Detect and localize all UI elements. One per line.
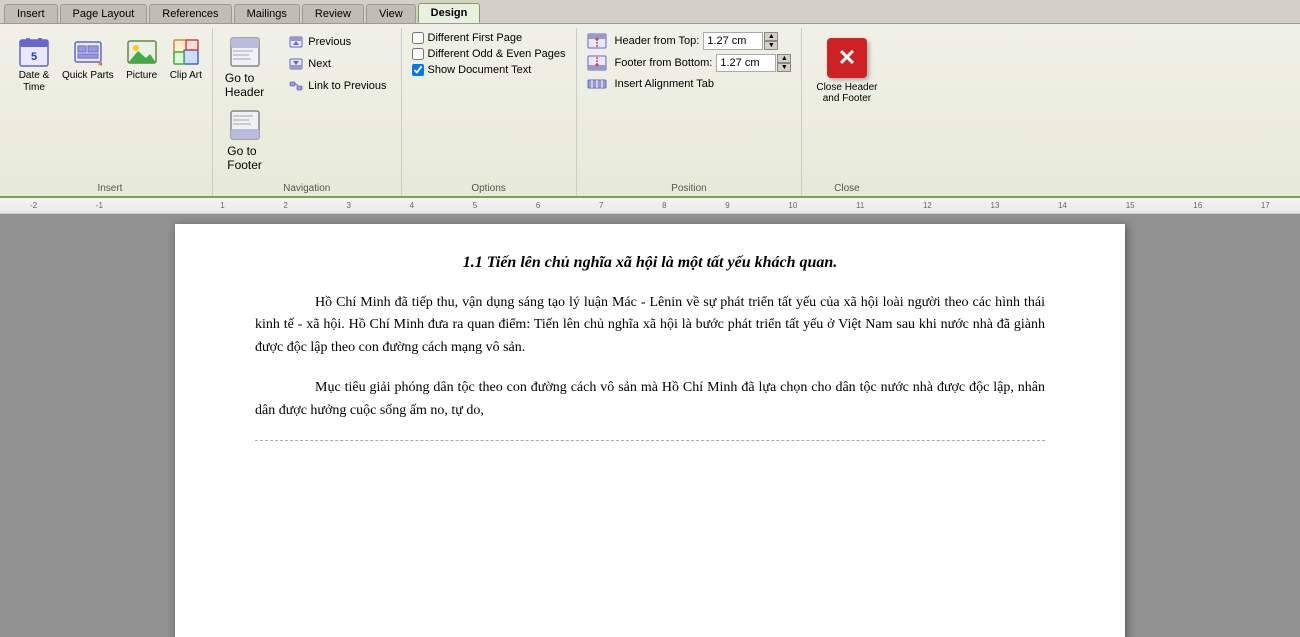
- insert-group-content: 5 Date &Time: [12, 28, 208, 180]
- close-header-footer-button[interactable]: ✕ Close Headerand Footer: [806, 32, 887, 110]
- link-to-previous-label: Link to Previous: [308, 80, 386, 92]
- close-group-label: Close: [806, 180, 887, 196]
- tab-design[interactable]: Design: [418, 3, 481, 23]
- footer-from-bottom-label: Footer from Bottom:: [615, 57, 713, 69]
- header-from-top-row: Header from Top: ▲ ▼: [587, 32, 792, 50]
- position-controls: Header from Top: ▲ ▼: [581, 32, 798, 92]
- ribbon-group-navigation: Go toHeader Go toFooter: [213, 28, 402, 196]
- tab-mailings[interactable]: Mailings: [234, 4, 300, 23]
- clip-art-label: Clip Art: [170, 70, 202, 82]
- footer-area: Footer -Section 2-: [255, 440, 1045, 446]
- quick-parts-icon: [72, 36, 104, 68]
- footer-from-bottom-field[interactable]: [716, 54, 776, 72]
- previous-icon: [288, 34, 304, 50]
- options-group-label: Options: [406, 180, 572, 196]
- document-area: 1.1 Tiến lên chủ nghĩa xã hội là một tất…: [0, 214, 1300, 637]
- quick-parts-button[interactable]: Quick Parts: [56, 32, 120, 86]
- tab-insert[interactable]: Insert: [4, 4, 58, 23]
- go-to-footer-label: Go toFooter: [227, 144, 262, 172]
- tab-review[interactable]: Review: [302, 4, 364, 23]
- diff-first-checkbox[interactable]: [412, 32, 424, 44]
- date-time-icon: 5: [18, 36, 50, 68]
- tab-references[interactable]: References: [149, 4, 231, 23]
- document-title: 1.1 Tiến lên chủ nghĩa xã hội là một tất…: [255, 254, 1045, 272]
- document-page: 1.1 Tiến lên chủ nghĩa xã hội là một tất…: [175, 224, 1125, 637]
- options-list: Different First Page Different Odd & Eve…: [406, 32, 572, 76]
- picture-button[interactable]: Picture: [120, 32, 164, 86]
- tab-page-layout[interactable]: Page Layout: [60, 4, 148, 23]
- navigation-group-content: Go toHeader Go toFooter: [217, 28, 397, 180]
- paragraph-1: Hồ Chí Minh đã tiếp thu, vận dụng sáng t…: [255, 292, 1045, 359]
- date-time-button[interactable]: 5 Date &Time: [12, 32, 56, 98]
- ribbon: 5 Date &Time: [0, 24, 1300, 198]
- show-doc-text-option: Show Document Text: [412, 64, 566, 76]
- close-icon: ✕: [827, 38, 867, 78]
- header-spin-up[interactable]: ▲: [764, 32, 778, 41]
- footer-from-bottom-input: ▲ ▼: [716, 54, 791, 72]
- previous-label: Previous: [308, 36, 351, 48]
- tab-view[interactable]: View: [366, 4, 416, 23]
- position-group-content: Header from Top: ▲ ▼: [581, 28, 798, 180]
- date-time-label: Date &Time: [19, 70, 50, 94]
- document-body: Hồ Chí Minh đã tiếp thu, vận dụng sáng t…: [255, 292, 1045, 422]
- diff-odd-even-checkbox[interactable]: [412, 48, 424, 60]
- app-window: Insert Page Layout References Mailings R…: [0, 0, 1300, 637]
- link-to-previous-icon: [288, 78, 304, 94]
- show-doc-text-checkbox[interactable]: [412, 64, 424, 76]
- ribbon-group-options: Different First Page Different Odd & Eve…: [402, 28, 577, 196]
- clip-art-button[interactable]: Clip Art: [164, 32, 208, 86]
- alignment-tab-row: Insert Alignment Tab: [587, 76, 792, 92]
- ribbon-group-insert: 5 Date &Time: [8, 28, 213, 196]
- next-button[interactable]: Next: [284, 54, 390, 74]
- quick-parts-label: Quick Parts: [62, 70, 114, 82]
- tab-bar: Insert Page Layout References Mailings R…: [0, 0, 1300, 24]
- header-position-icon: [587, 33, 607, 49]
- footer-position-icon: [587, 55, 607, 71]
- ribbon-group-position: Header from Top: ▲ ▼: [577, 28, 803, 196]
- paragraph-2: Mục tiêu giải phóng dân tộc theo con đườ…: [255, 377, 1045, 422]
- next-label: Next: [308, 58, 331, 70]
- footer-spin-up[interactable]: ▲: [777, 54, 791, 63]
- svg-text:5: 5: [31, 51, 37, 63]
- nav-group: Previous Next: [278, 32, 396, 96]
- footer-from-bottom-row: Footer from Bottom: ▲ ▼: [587, 54, 792, 72]
- close-header-footer-label: Close Headerand Footer: [816, 82, 877, 104]
- insert-group-label: Insert: [12, 180, 208, 196]
- link-to-previous-button[interactable]: Link to Previous: [284, 76, 390, 96]
- previous-button[interactable]: Previous: [284, 32, 390, 52]
- diff-first-option: Different First Page: [412, 32, 566, 44]
- navigation-group-label: Navigation: [217, 180, 397, 196]
- alignment-tab-icon: [587, 76, 607, 92]
- header-from-top-field[interactable]: [703, 32, 763, 50]
- go-to-header-icon: [229, 36, 261, 71]
- picture-icon: [126, 36, 158, 68]
- header-spin-down[interactable]: ▼: [764, 41, 778, 50]
- alignment-tab-label: Insert Alignment Tab: [615, 78, 714, 90]
- close-group-content: ✕ Close Headerand Footer: [806, 28, 887, 180]
- go-to-header-label: Go toHeader: [225, 71, 264, 99]
- diff-first-label: Different First Page: [428, 32, 523, 44]
- diff-odd-even-option: Different Odd & Even Pages: [412, 48, 566, 60]
- footer-spin-down[interactable]: ▼: [777, 63, 791, 72]
- footer-spinners: ▲ ▼: [777, 54, 791, 72]
- show-doc-text-label: Show Document Text: [428, 64, 532, 76]
- picture-label: Picture: [126, 70, 157, 82]
- header-spinners: ▲ ▼: [764, 32, 778, 50]
- header-from-top-input: ▲ ▼: [703, 32, 778, 50]
- ribbon-group-close: ✕ Close Headerand Footer Close: [802, 28, 891, 196]
- go-to-footer-button[interactable]: Go toFooter: [217, 105, 272, 176]
- ruler: -2-11234567891011121314151617: [0, 198, 1300, 214]
- options-group-content: Different First Page Different Odd & Eve…: [406, 28, 572, 180]
- go-to-footer-icon: [229, 109, 261, 144]
- header-from-top-label: Header from Top:: [615, 35, 700, 47]
- diff-odd-even-label: Different Odd & Even Pages: [428, 48, 566, 60]
- next-icon: [288, 56, 304, 72]
- go-to-header-button[interactable]: Go toHeader: [217, 32, 272, 103]
- position-group-label: Position: [581, 180, 798, 196]
- clip-art-icon: [170, 36, 202, 68]
